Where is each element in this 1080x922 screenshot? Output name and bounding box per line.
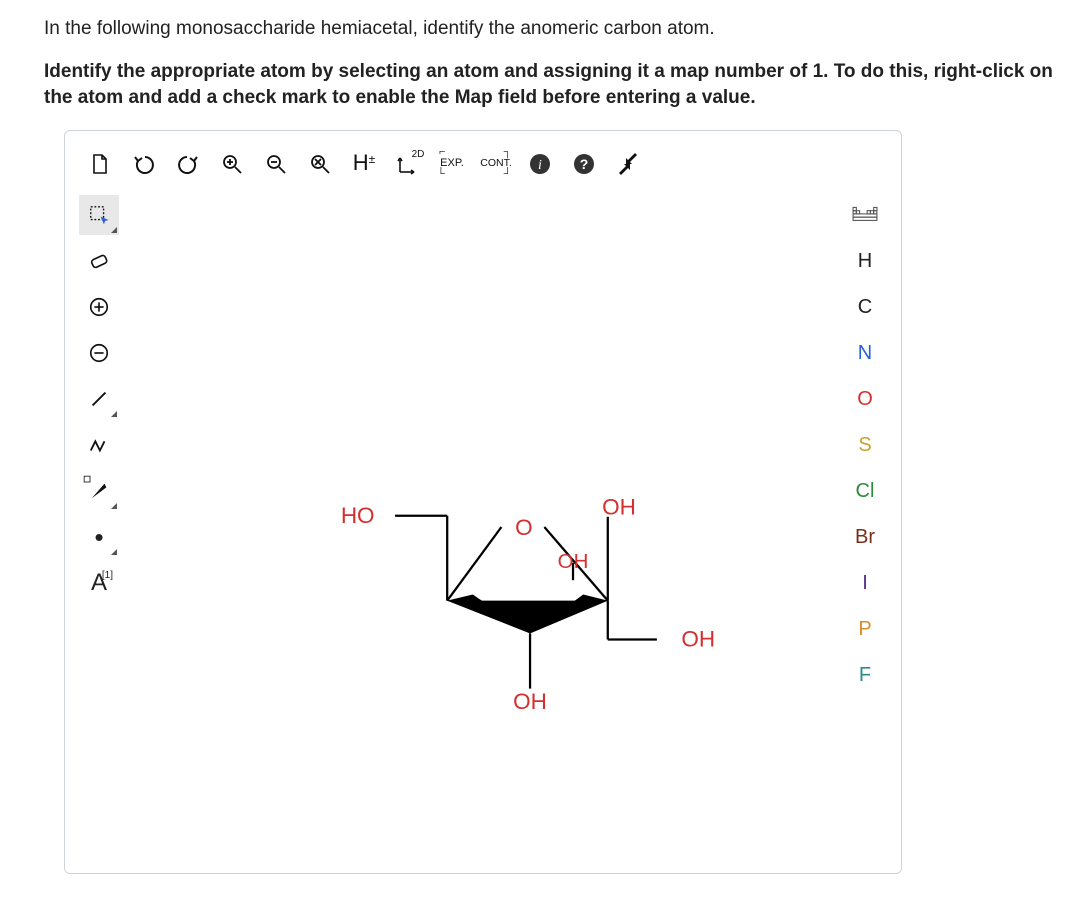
redo-button[interactable] — [167, 143, 209, 185]
element-h-button[interactable]: H — [845, 241, 885, 281]
element-s-button[interactable]: S — [845, 425, 885, 465]
element-o-button[interactable]: O — [845, 379, 885, 419]
undo-button[interactable] — [123, 143, 165, 185]
explicit-h-button[interactable]: H± — [343, 143, 385, 185]
element-n-button[interactable]: N — [845, 333, 885, 373]
oh-mid-label: OH — [558, 550, 589, 573]
oh-bottom-label: OH — [513, 689, 547, 714]
sketcher: H± 2D ⌐ EXP. └ ┐ CONT. ┘ — [73, 139, 893, 865]
chain-tool-button[interactable] — [79, 425, 119, 465]
zoom-reset-button[interactable] — [299, 143, 341, 185]
charge-plus-button[interactable] — [79, 287, 119, 327]
zoom-in-button[interactable] — [211, 143, 253, 185]
eraser-tool-button[interactable] — [79, 241, 119, 281]
ho-left-label: HO — [341, 503, 375, 528]
left-toolbar: • A [1] — [79, 195, 121, 603]
oh-right-label: OH — [681, 626, 715, 651]
element-br-button[interactable]: Br — [845, 517, 885, 557]
select-tool-button[interactable] — [79, 195, 119, 235]
element-p-button[interactable]: P — [845, 609, 885, 649]
info-button[interactable]: i — [519, 143, 561, 185]
oh-top-label: OH — [602, 495, 636, 520]
charge-minus-button[interactable] — [79, 333, 119, 373]
question-line-1: In the following monosaccharide hemiacet… — [44, 12, 1080, 43]
drawing-canvas[interactable]: O HO OH OH OH OH — [125, 195, 841, 859]
element-i-button[interactable]: I — [845, 563, 885, 603]
periodic-table-button[interactable] — [845, 195, 885, 235]
sketcher-frame: H± 2D ⌐ EXP. └ ┐ CONT. ┘ — [64, 130, 902, 874]
ring-o-label: O — [515, 515, 533, 540]
element-c-button[interactable]: C — [845, 287, 885, 327]
new-document-button[interactable] — [79, 143, 121, 185]
svg-text:?: ? — [580, 156, 589, 172]
contract-button[interactable]: ┐ CONT. ┘ — [475, 143, 517, 185]
svg-text:i: i — [538, 158, 542, 173]
expand-button[interactable]: ⌐ EXP. └ — [431, 143, 473, 185]
molecule-drawing[interactable]: O HO OH OH OH OH — [125, 195, 841, 859]
question-block: In the following monosaccharide hemiacet… — [44, 12, 1080, 112]
element-cl-button[interactable]: Cl — [845, 471, 885, 511]
stereo-bond-button[interactable] — [79, 471, 119, 511]
atom-map-button[interactable]: A [1] — [79, 563, 119, 603]
right-element-bar: H C N O S Cl Br I P F — [845, 195, 887, 695]
help-button[interactable]: ? — [563, 143, 605, 185]
single-bond-button[interactable] — [79, 379, 119, 419]
element-f-button[interactable]: F — [845, 655, 885, 695]
zoom-out-button[interactable] — [255, 143, 297, 185]
question-line-2: Identify the appropriate atom by selecti… — [44, 55, 1080, 112]
radical-button[interactable]: • — [79, 517, 119, 557]
top-toolbar: H± 2D ⌐ EXP. └ ┐ CONT. ┘ — [79, 143, 649, 185]
view-2d-button[interactable]: 2D — [387, 143, 429, 185]
fullscreen-button[interactable] — [607, 143, 649, 185]
